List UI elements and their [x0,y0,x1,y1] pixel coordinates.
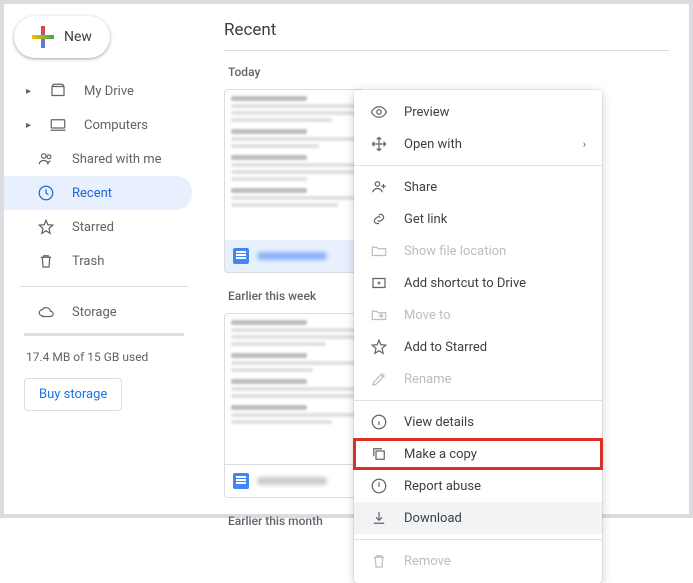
menu-separator [354,400,602,401]
report-icon [370,477,388,495]
star-icon [370,338,388,356]
trash-icon [36,251,56,271]
sidebar: New ▸ My Drive ▸ Computers Shared with m… [4,4,204,514]
menu-preview[interactable]: Preview [354,96,602,128]
clock-icon [36,183,56,203]
menu-remove: Remove [354,545,602,577]
people-icon [36,149,56,169]
new-button[interactable]: New [14,16,110,58]
nav-label: Recent [72,186,112,201]
sidebar-item-storage[interactable]: Storage [4,295,192,329]
menu-separator [354,539,602,540]
shortcut-icon [370,274,388,292]
page-title: Recent [224,16,669,50]
menu-separator [354,165,602,166]
arrows-icon [370,135,388,153]
storage-usage-text: 17.4 MB of 15 GB used [4,340,204,374]
divider [20,286,188,287]
eye-icon [370,103,388,121]
file-name-blurred [257,477,327,485]
docs-icon [233,473,249,489]
sidebar-item-shared[interactable]: Shared with me [4,142,192,176]
menu-rename: Rename [354,363,602,395]
menu-report-abuse[interactable]: Report abuse [354,470,602,502]
menu-show-location: Show file location [354,235,602,267]
cloud-icon [36,302,56,322]
file-card[interactable] [224,313,364,498]
trash-icon [370,552,388,570]
copy-icon [370,445,388,463]
star-icon [36,217,56,237]
link-icon [370,210,388,228]
folder-icon [370,242,388,260]
docs-icon [233,248,249,264]
menu-move-to: Move to [354,299,602,331]
nav-label: Trash [72,254,104,269]
menu-download[interactable]: Download [354,502,602,534]
computer-icon [48,115,68,135]
menu-get-link[interactable]: Get link [354,203,602,235]
chevron-right-icon: ▸ [26,86,36,97]
file-card[interactable] [224,89,364,273]
file-thumbnail [225,314,363,464]
sidebar-item-recent[interactable]: Recent [4,176,192,210]
person-add-icon [370,178,388,196]
sidebar-item-computers[interactable]: ▸ Computers [4,108,192,142]
menu-view-details[interactable]: View details [354,406,602,438]
menu-share[interactable]: Share [354,171,602,203]
chevron-right-icon: ▸ [26,120,36,131]
pencil-icon [370,370,388,388]
nav-label: Computers [84,118,148,133]
file-name-blurred [257,252,327,260]
menu-make-copy[interactable]: Make a copy [354,438,602,470]
section-today: Today [228,65,669,79]
file-thumbnail [225,90,363,240]
drive-icon [48,81,68,101]
menu-open-with[interactable]: Open with› [354,128,602,160]
menu-add-starred[interactable]: Add to Starred [354,331,602,363]
new-button-label: New [64,29,92,45]
download-icon [370,509,388,527]
sidebar-item-trash[interactable]: Trash [4,244,192,278]
divider [224,50,669,51]
storage-bar [24,333,184,336]
move-icon [370,306,388,324]
nav-label: Starred [72,220,114,235]
nav-label: My Drive [84,84,134,99]
info-icon [370,413,388,431]
file-footer [225,464,363,497]
chevron-right-icon: › [583,138,586,151]
sidebar-item-my-drive[interactable]: ▸ My Drive [4,74,192,108]
file-footer [225,240,363,272]
nav-label: Shared with me [72,152,162,167]
sidebar-item-starred[interactable]: Starred [4,210,192,244]
plus-icon [32,26,54,48]
menu-add-shortcut[interactable]: Add shortcut to Drive [354,267,602,299]
nav-label: Storage [72,305,117,320]
context-menu: Preview Open with› Share Get link Show f… [354,90,602,583]
buy-storage-button[interactable]: Buy storage [24,378,122,411]
